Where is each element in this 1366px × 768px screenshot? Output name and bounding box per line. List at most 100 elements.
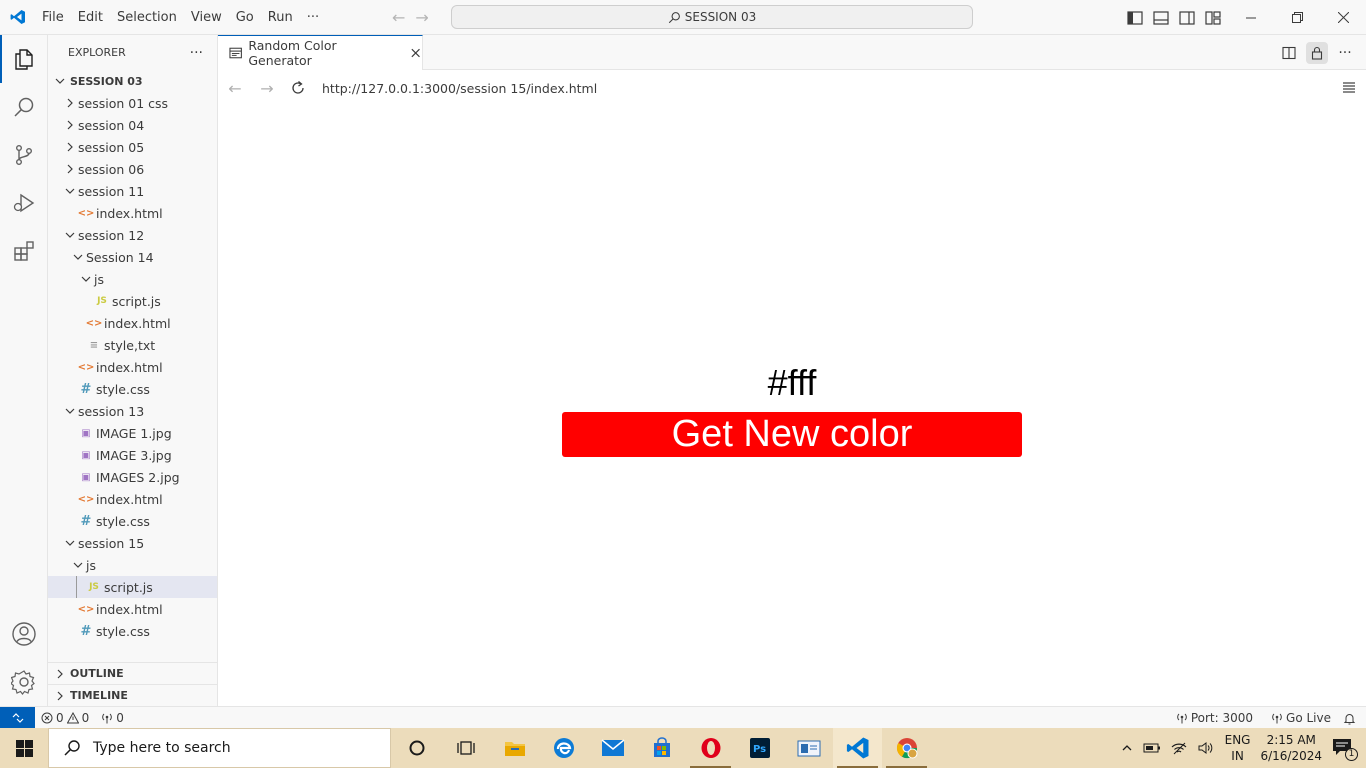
tree-file[interactable]: # style.css xyxy=(48,620,217,642)
timeline-panel-header[interactable]: TIMELINE xyxy=(48,684,217,706)
forward-arrow-icon[interactable]: → xyxy=(415,8,428,27)
tree-file[interactable]: ▣ IMAGE 1.jpg xyxy=(48,422,217,444)
vscode-app[interactable] xyxy=(833,728,882,768)
app-window-button[interactable] xyxy=(784,728,833,768)
customize-layout-icon[interactable] xyxy=(1204,10,1222,26)
tree-folder[interactable]: session 05 xyxy=(48,136,217,158)
wifi-icon[interactable] xyxy=(1171,741,1187,755)
system-tray: ENG IN 2:15 AM 6/16/2024 1 xyxy=(1121,728,1366,768)
problems-indicator[interactable]: 0 0 xyxy=(35,711,95,725)
menu-file[interactable]: File xyxy=(35,0,71,35)
manage-button[interactable] xyxy=(0,658,48,706)
file-explorer-app[interactable] xyxy=(490,728,539,768)
go-live-button[interactable]: Go Live xyxy=(1265,711,1337,725)
command-center[interactable]: SESSION 03 xyxy=(451,5,973,29)
taskbar-search-box[interactable]: Type here to search xyxy=(48,728,391,768)
photoshop-app[interactable]: Ps xyxy=(735,728,784,768)
files-icon xyxy=(15,49,33,70)
accounts-button[interactable] xyxy=(0,610,48,658)
tree-file[interactable]: JS script.js xyxy=(48,576,217,598)
tree-file[interactable]: <> index.html xyxy=(48,356,217,378)
tree-file[interactable]: ▣ IMAGE 3.jpg xyxy=(48,444,217,466)
toggle-panel-icon[interactable] xyxy=(1152,10,1170,26)
explorer-button[interactable] xyxy=(0,35,48,83)
menu-edit[interactable]: Edit xyxy=(71,0,110,35)
browser-forward-icon[interactable]: → xyxy=(258,79,276,98)
tree-file[interactable]: JS script.js xyxy=(48,290,217,312)
more-actions-button[interactable]: ··· xyxy=(1334,42,1356,64)
tree-file[interactable]: # style.css xyxy=(48,378,217,400)
hamburger-menu-icon[interactable] xyxy=(1342,80,1356,94)
vscode-icon xyxy=(846,737,868,759)
live-server-port[interactable]: Port: 3000 xyxy=(1170,711,1259,725)
task-view-button[interactable] xyxy=(441,728,490,768)
remote-button[interactable] xyxy=(0,706,35,729)
close-tab-icon[interactable] xyxy=(409,46,422,60)
tree-folder[interactable]: session 06 xyxy=(48,158,217,180)
tree-folder[interactable]: session 11 xyxy=(48,180,217,202)
extensions-button[interactable] xyxy=(0,227,48,275)
address-bar[interactable]: http://127.0.0.1:3000/session 15/index.h… xyxy=(322,81,597,96)
edge-app[interactable] xyxy=(539,728,588,768)
toggle-primary-sidebar-icon[interactable] xyxy=(1126,10,1144,26)
opera-app[interactable] xyxy=(686,728,735,768)
back-arrow-icon[interactable]: ← xyxy=(392,8,405,27)
restore-button[interactable] xyxy=(1274,0,1320,35)
workspace-name: SESSION 03 xyxy=(70,74,143,88)
action-center-button[interactable]: 1 xyxy=(1332,738,1358,761)
start-button[interactable] xyxy=(0,728,48,768)
split-editor-button[interactable] xyxy=(1278,42,1300,64)
lock-group-button[interactable] xyxy=(1306,41,1328,64)
menu-more[interactable]: ··· xyxy=(300,0,326,35)
cortana-button[interactable] xyxy=(392,728,441,768)
close-window-button[interactable] xyxy=(1320,0,1366,35)
tree-file[interactable]: <> index.html xyxy=(48,598,217,620)
source-control-button[interactable] xyxy=(0,131,48,179)
remote-icon xyxy=(12,712,23,723)
tree-file[interactable]: <> index.html xyxy=(48,312,217,334)
chevron-up-icon[interactable] xyxy=(1121,742,1133,754)
tree-file[interactable]: ▣ IMAGES 2.jpg xyxy=(48,466,217,488)
minimize-button[interactable] xyxy=(1228,0,1274,35)
refresh-icon[interactable] xyxy=(290,80,306,96)
get-new-color-button[interactable]: Get New color xyxy=(562,412,1022,457)
menu-go[interactable]: Go xyxy=(229,0,261,35)
tree-file[interactable]: <> index.html xyxy=(48,202,217,224)
browser-back-icon[interactable]: ← xyxy=(226,79,244,98)
tree-folder[interactable]: session 04 xyxy=(48,114,217,136)
sidebar-more-actions[interactable]: ··· xyxy=(190,45,203,61)
tree-folder[interactable]: session 12 xyxy=(48,224,217,246)
ports-indicator[interactable]: 0 xyxy=(95,711,130,725)
toggle-secondary-sidebar-icon[interactable] xyxy=(1178,10,1196,26)
bell-icon[interactable] xyxy=(1343,712,1356,725)
tree-file[interactable]: ≡ style,txt xyxy=(48,334,217,356)
tree-folder[interactable]: session 01 css xyxy=(48,92,217,114)
css-file-icon: # xyxy=(80,381,92,397)
chrome-app[interactable] xyxy=(882,728,931,768)
mail-app[interactable] xyxy=(588,728,637,768)
search-button[interactable] xyxy=(0,83,48,131)
vscode-logo-icon[interactable] xyxy=(0,0,35,35)
workspace-section-header[interactable]: SESSION 03 xyxy=(48,70,217,92)
chevron-down-icon xyxy=(62,185,78,197)
battery-icon[interactable] xyxy=(1143,742,1161,754)
tree-folder[interactable]: js xyxy=(48,554,217,576)
menu-run[interactable]: Run xyxy=(261,0,300,35)
menu-view[interactable]: View xyxy=(184,0,229,35)
tree-folder[interactable]: session 15 xyxy=(48,532,217,554)
outline-panel-header[interactable]: OUTLINE xyxy=(48,662,217,684)
volume-icon[interactable] xyxy=(1197,741,1215,755)
tree-folder[interactable]: Session 14 xyxy=(48,246,217,268)
js-file-icon: JS xyxy=(97,296,107,306)
clock[interactable]: 2:15 AM 6/16/2024 xyxy=(1260,732,1322,764)
menu-selection[interactable]: Selection xyxy=(110,0,184,35)
tree-folder[interactable]: js xyxy=(48,268,217,290)
store-app[interactable] xyxy=(637,728,686,768)
tab-random-color-generator[interactable]: Random Color Generator xyxy=(218,35,423,70)
tree-file[interactable]: <> index.html xyxy=(48,488,217,510)
run-debug-button[interactable] xyxy=(0,179,48,227)
tree-folder[interactable]: session 13 xyxy=(48,400,217,422)
tree-file[interactable]: # style.css xyxy=(48,510,217,532)
tree-item-label: script.js xyxy=(112,293,161,309)
input-language[interactable]: ENG IN xyxy=(1225,732,1251,764)
